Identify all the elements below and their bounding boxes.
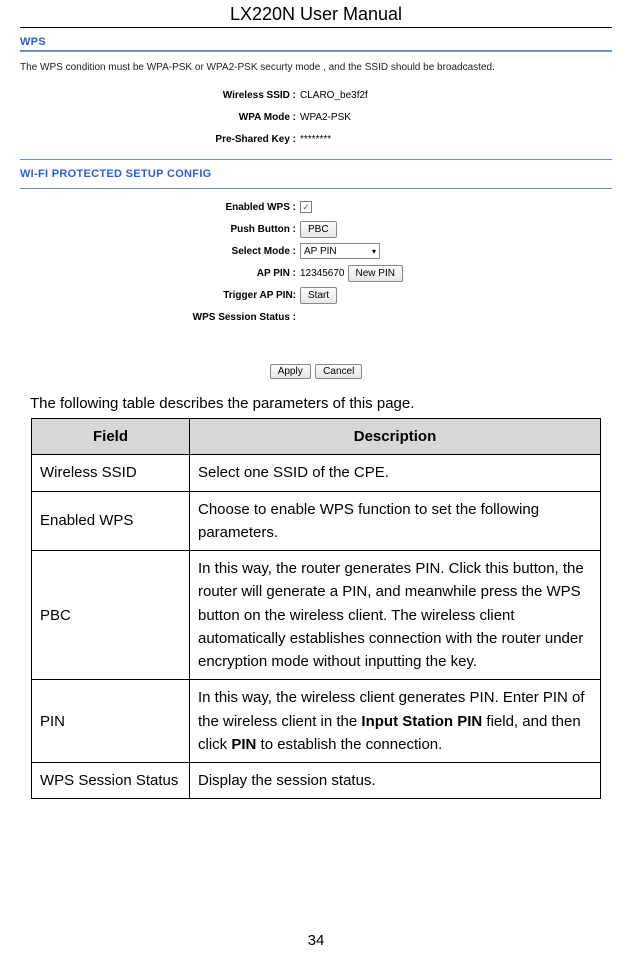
divider bbox=[20, 159, 612, 160]
psk-label: Pre-Shared Key : bbox=[20, 134, 300, 145]
ssid-label: Wireless SSID : bbox=[20, 90, 300, 101]
page-number: 34 bbox=[0, 932, 632, 949]
table-intro: The following table describes the parame… bbox=[30, 395, 612, 412]
desc-cell: Choose to enable WPS function to set the… bbox=[190, 491, 601, 551]
section-wps-title: WPS bbox=[20, 36, 612, 48]
ap-pin-label: AP PIN : bbox=[20, 268, 300, 279]
field-cell: PBC bbox=[32, 551, 190, 680]
desc-cell: Select one SSID of the CPE. bbox=[190, 455, 601, 491]
psk-value: ******** bbox=[300, 134, 331, 145]
wpa-mode-label: WPA Mode : bbox=[20, 112, 300, 123]
start-button[interactable]: Start bbox=[300, 287, 337, 304]
divider bbox=[20, 50, 612, 52]
trigger-ap-pin-label: Trigger AP PIN: bbox=[20, 290, 300, 301]
push-button-label: Push Button : bbox=[20, 224, 300, 235]
config-block: Enabled WPS : ✓ Push Button : PBC Select… bbox=[20, 197, 612, 327]
table-row: Enabled WPS Choose to enable WPS functio… bbox=[32, 491, 601, 551]
enabled-wps-label: Enabled WPS : bbox=[20, 202, 300, 213]
pbc-button[interactable]: PBC bbox=[300, 221, 337, 238]
apply-button[interactable]: Apply bbox=[270, 364, 311, 379]
field-cell: PIN bbox=[32, 680, 190, 763]
new-pin-button[interactable]: New PIN bbox=[348, 265, 403, 282]
desc-cell: In this way, the router generates PIN. C… bbox=[190, 551, 601, 680]
col-field: Field bbox=[32, 419, 190, 455]
table-row: PBC In this way, the router generates PI… bbox=[32, 551, 601, 680]
table-row: Wireless SSID Select one SSID of the CPE… bbox=[32, 455, 601, 491]
select-mode-label: Select Mode : bbox=[20, 246, 300, 257]
field-cell: WPS Session Status bbox=[32, 763, 190, 799]
table-row: PIN In this way, the wireless client gen… bbox=[32, 680, 601, 763]
wpa-mode-value: WPA2-PSK bbox=[300, 112, 351, 123]
desc-cell: In this way, the wireless client generat… bbox=[190, 680, 601, 763]
cancel-button[interactable]: Cancel bbox=[315, 364, 362, 379]
field-cell: Enabled WPS bbox=[32, 491, 190, 551]
section-config-title: WI-FI PROTECTED SETUP CONFIG bbox=[20, 168, 612, 180]
enabled-wps-checkbox[interactable]: ✓ bbox=[300, 201, 312, 213]
divider bbox=[20, 188, 612, 189]
col-description: Description bbox=[190, 419, 601, 455]
table-row: WPS Session Status Display the session s… bbox=[32, 763, 601, 799]
field-cell: Wireless SSID bbox=[32, 455, 190, 491]
select-mode-dropdown[interactable]: AP PIN bbox=[300, 243, 380, 259]
ssid-value: CLARO_be3f2f bbox=[300, 90, 368, 101]
session-status-label: WPS Session Status : bbox=[20, 312, 300, 323]
page-title: LX220N User Manual bbox=[20, 0, 612, 28]
ap-pin-value: 12345670 bbox=[300, 268, 345, 279]
parameters-table: Field Description Wireless SSID Select o… bbox=[31, 418, 601, 799]
wps-info-block: Wireless SSID : CLARO_be3f2f WPA Mode : … bbox=[20, 85, 612, 149]
desc-cell: Display the session status. bbox=[190, 763, 601, 799]
wps-condition-text: The WPS condition must be WPA-PSK or WPA… bbox=[20, 62, 612, 73]
